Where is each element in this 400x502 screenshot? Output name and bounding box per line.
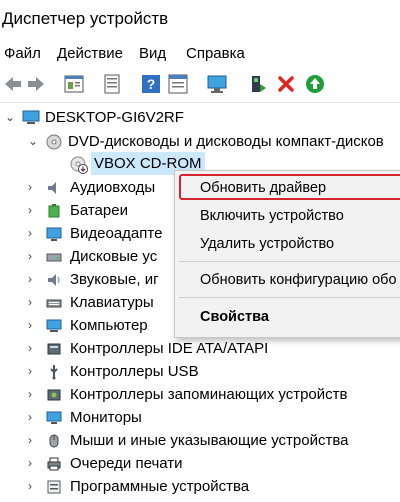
- disk-drive-icon: [46, 249, 62, 265]
- sound-icon: [46, 272, 62, 288]
- mouse-icon: [46, 433, 62, 449]
- battery-icon: [46, 203, 62, 219]
- print-queue-icon: [46, 456, 62, 472]
- usb-icon: [46, 364, 62, 380]
- tree-item-dvd[interactable]: ⌄ DVD-дисководы и дисководы компакт-диск…: [0, 130, 400, 153]
- menu-help[interactable]: Справка: [186, 45, 245, 62]
- collapsed-icon[interactable]: ›: [28, 314, 40, 337]
- collapsed-icon[interactable]: ›: [28, 475, 40, 498]
- tree-item-label: Видеоадапте: [70, 225, 163, 242]
- collapsed-icon[interactable]: ›: [28, 429, 40, 452]
- tree-root[interactable]: ⌄ DESKTOP-GI6V2RF: [0, 106, 400, 129]
- tree-item-label: Компьютер: [70, 317, 148, 334]
- tree-item-category[interactable]: › Контроллеры USB: [0, 360, 400, 383]
- tree-item-label: Батареи: [70, 202, 128, 219]
- tree-item-label: Звуковые, иг: [70, 271, 159, 288]
- computer-icon: [46, 318, 62, 334]
- computer-icon: [22, 110, 40, 126]
- menu-file[interactable]: Файл: [4, 45, 41, 62]
- expand-icon[interactable]: ⌄: [5, 106, 17, 129]
- collapsed-icon[interactable]: ›: [28, 383, 40, 406]
- collapsed-icon[interactable]: ›: [28, 245, 40, 268]
- tree-item-label: Мыши и иные указывающие устройства: [70, 432, 349, 449]
- toolbar: ?: [0, 68, 400, 103]
- tree-item-label: Мониторы: [70, 409, 142, 426]
- tree-item-label: Программные устройства: [70, 478, 250, 495]
- properties-icon[interactable]: [63, 73, 85, 95]
- tree-item-label: Очереди печати: [70, 455, 183, 472]
- tree-item-category[interactable]: › Контроллеры IDE ATA/ATAPI: [0, 337, 400, 360]
- back-icon[interactable]: [2, 73, 24, 95]
- monitor-icon: [46, 410, 62, 426]
- storage-controller-icon: [46, 387, 62, 403]
- document-icon[interactable]: [101, 73, 123, 95]
- menu-view[interactable]: Вид: [139, 45, 166, 62]
- menu-separator: [179, 261, 400, 262]
- collapsed-icon[interactable]: ›: [28, 337, 40, 360]
- software-device-icon: [46, 479, 62, 495]
- menu-action[interactable]: Действие: [57, 45, 123, 62]
- context-menu: Обновить драйвер Включить устройство Уда…: [174, 170, 400, 338]
- enable-icon[interactable]: [247, 73, 269, 95]
- menu-enable-device[interactable]: Включить устройство: [175, 203, 400, 229]
- menu-separator: [179, 297, 400, 298]
- cd-disabled-icon: [70, 156, 88, 174]
- tree-item-label: Аудиовходы: [70, 179, 156, 196]
- menu-bar: Файл Действие Вид Справка: [0, 40, 400, 68]
- keyboard-icon: [46, 295, 62, 311]
- collapsed-icon[interactable]: ›: [28, 222, 40, 245]
- collapsed-icon[interactable]: ›: [28, 199, 40, 222]
- tree-item-label: Контроллеры IDE ATA/ATAPI: [70, 340, 269, 357]
- tree-item-label: Контроллеры запоминающих устройств: [70, 386, 348, 403]
- driver-icon[interactable]: [167, 73, 189, 95]
- tree-item-label: Дисковые ус: [70, 248, 158, 265]
- window-title: Диспетчер устройств: [2, 9, 169, 28]
- title-bar: Диспетчер устройств: [0, 0, 400, 38]
- forward-icon[interactable]: [25, 73, 47, 95]
- delete-icon[interactable]: [275, 73, 297, 95]
- tree-item-label: DVD-дисководы и дисководы компакт-дисков: [68, 133, 384, 150]
- update-icon[interactable]: [304, 73, 326, 95]
- collapsed-icon[interactable]: ›: [28, 268, 40, 291]
- collapsed-icon[interactable]: ›: [28, 406, 40, 429]
- collapsed-icon[interactable]: ›: [28, 452, 40, 475]
- help-icon[interactable]: ?: [140, 73, 162, 95]
- menu-uninstall-device[interactable]: Удалить устройство: [175, 231, 400, 257]
- ide-controller-icon: [46, 341, 62, 357]
- tree-item-category[interactable]: › Мыши и иные указывающие устройства: [0, 429, 400, 452]
- collapsed-icon[interactable]: ›: [28, 360, 40, 383]
- tree-item-label: Контроллеры USB: [70, 363, 199, 380]
- tree-item-category[interactable]: › Контроллеры запоминающих устройств: [0, 383, 400, 406]
- tree-item-category[interactable]: › Мониторы: [0, 406, 400, 429]
- speaker-icon: [46, 180, 62, 196]
- tree-item-label: Клавиатуры: [70, 294, 154, 311]
- menu-scan-hardware[interactable]: Обновить конфигурацию обо: [175, 267, 400, 293]
- scan-icon[interactable]: [206, 73, 228, 95]
- tree-item-category[interactable]: › Программные устройства: [0, 475, 400, 498]
- display-adapter-icon: [46, 226, 62, 242]
- expand-icon[interactable]: ⌄: [28, 130, 40, 153]
- svg-text:?: ?: [147, 76, 156, 92]
- tree-root-label: DESKTOP-GI6V2RF: [45, 109, 184, 126]
- menu-update-driver[interactable]: Обновить драйвер: [175, 175, 400, 201]
- cd-drive-icon: [46, 134, 62, 150]
- collapsed-icon[interactable]: ›: [28, 291, 40, 314]
- collapsed-icon[interactable]: ›: [28, 176, 40, 199]
- menu-properties[interactable]: Свойства: [175, 304, 400, 330]
- tree-item-category[interactable]: › Очереди печати: [0, 452, 400, 475]
